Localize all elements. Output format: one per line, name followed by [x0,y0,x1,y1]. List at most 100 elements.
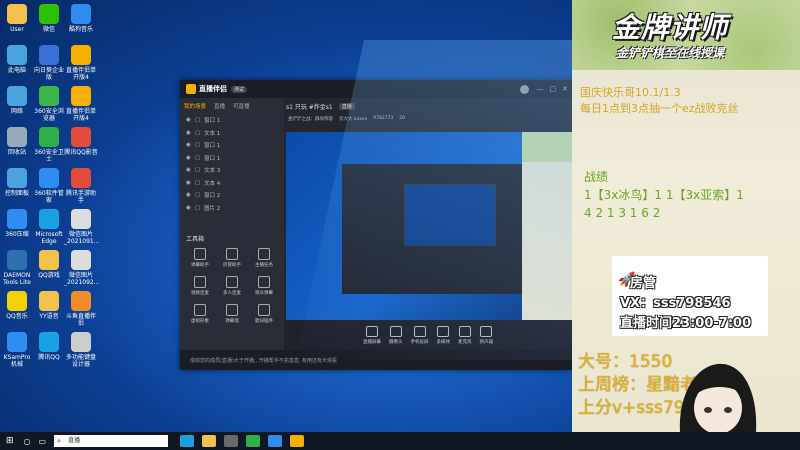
eye-icon[interactable]: ◉ [186,192,191,198]
control-button[interactable]: 麦克风 [458,325,472,345]
desktop-icon[interactable]: 回收站 [0,127,34,156]
control-button[interactable]: 扬声器 [480,325,493,345]
eye-icon[interactable]: ◉ [186,155,191,161]
cortana-icon[interactable]: ○ [24,437,31,446]
store-icon[interactable] [224,435,239,447]
app-icon [71,45,91,65]
eye-icon[interactable]: ◉ [186,167,191,173]
eye-icon[interactable]: ◉ [186,205,191,211]
layer-item[interactable]: ◉ ▢ 文本 4 [180,177,284,190]
desktop-icon[interactable]: 斗鱼直播伴侣 [64,291,98,327]
desktop-icon[interactable]: 腾讯手游助手 [64,168,98,204]
tool-button[interactable]: 弹幕助手 [184,248,216,268]
maximize-icon[interactable]: □ [550,85,557,93]
live-studio-taskbar-icon[interactable] [290,435,305,447]
desktop-icon[interactable]: QQ游戏 [32,250,66,279]
tab-my-scenes[interactable]: 我的场景 [184,102,206,110]
lock-icon[interactable]: ▢ [195,142,200,148]
tool-button[interactable]: 虚拟形象 [184,304,216,324]
eye-icon[interactable]: ◉ [186,142,191,148]
desktop-icon[interactable]: 此电脑 [0,45,34,74]
status-chip: 20 [399,116,406,121]
card-line-2: VX：sss798546 [620,296,731,311]
start-button[interactable]: ⊞ [6,436,14,446]
layer-item[interactable]: ◉ ▢ 窗口 1 [180,152,284,165]
desktop-icon[interactable]: KSamPro 机械 [0,332,34,368]
lock-icon[interactable]: ▢ [195,130,200,136]
card-line-3: 直播时间23:00-7:00 [620,316,752,331]
lock-icon[interactable]: ▢ [195,192,200,198]
lock-icon[interactable]: ▢ [195,167,200,173]
task-view-icon[interactable]: ▭ [39,437,47,446]
control-button[interactable]: 手机投屏 [411,325,429,345]
browser-icon[interactable] [246,435,261,447]
desktop-icon[interactable]: 微信图片_2021092... [64,250,99,286]
tab-live[interactable]: 直播 [214,102,225,110]
desktop-icon[interactable]: 微信 [32,4,66,33]
eye-icon[interactable]: ◉ [186,180,191,186]
desktop-icon[interactable]: 360压缩 [0,209,34,238]
taskbar-search-input[interactable]: ⌕ 直播 [54,435,169,447]
lock-icon[interactable]: ▢ [195,117,200,123]
desktop-icon[interactable]: QQ音乐 [0,291,34,320]
lock-icon[interactable]: ▢ [195,180,200,186]
tool-button[interactable]: 视频连麦 [184,276,216,296]
control-label: 麦克风 [458,339,472,345]
app-logo-icon [186,84,196,94]
eye-icon[interactable]: ◉ [186,130,191,136]
tool-button[interactable]: 房管助手 [216,248,248,268]
layer-item[interactable]: ◉ ▢ 窗口 1 [180,114,284,127]
control-icon [458,325,471,337]
eye-icon[interactable]: ◉ [186,117,191,123]
scene-badge[interactable]: 直播 [338,103,355,110]
layer-label: 文本 1 [204,130,221,137]
stream-preview[interactable] [286,132,572,320]
desktop-icon[interactable]: 控制面板 [0,168,34,197]
tool-button[interactable]: 弹幕墙 [216,304,248,324]
scene-panel: 我的场景 直播 可直播 ◉ ▢ 窗口 1 ◉ ▢ 文本 1 ◉ ▢ 窗口 1 ◉ ▢ 窗口 1 ◉ ▢ 文本… [180,98,284,350]
anime-avatar-illustration [679,363,757,432]
desktop-icon[interactable]: 直播伴侣单开版4 [64,86,98,122]
desktop-icon[interactable]: 酷狗音乐 [64,4,98,33]
tool-icon [194,276,206,288]
preview-overlay-banner [522,132,572,162]
layer-item[interactable]: ◉ ▢ 窗口 1 [180,139,284,152]
desktop-icon[interactable]: 腾讯QQ影音 [64,127,98,156]
version-badge[interactable]: 测试 [231,85,248,93]
layer-item[interactable]: ◉ ▢ 文本 3 [180,164,284,177]
desktop-icon[interactable]: User [0,4,34,33]
desktop-icon[interactable]: 多功能键盘设计器 [64,332,98,368]
tool-button[interactable]: 观众弹幕 [248,276,280,296]
desktop-icon[interactable]: 360软件管家 [32,168,66,204]
bottom-line-1: 大号：1550 [578,352,673,372]
layer-item[interactable]: ◉ ▢ 文本 1 [180,127,284,140]
desktop-icon[interactable]: Microsoft Edge [32,209,66,245]
desktop-icon[interactable]: 微信图片_2021091... [64,209,99,245]
desktop-icon[interactable]: YY语音 [32,291,66,320]
lock-icon[interactable]: ▢ [195,155,200,161]
tab-available[interactable]: 可直播 [233,102,250,110]
avatar[interactable] [519,84,529,94]
layer-item[interactable]: ◉ ▢ 图片 2 [180,202,284,215]
desktop-icon[interactable]: DAEMON Tools Lite [0,250,34,286]
file-explorer-icon[interactable] [202,435,217,447]
desktop-icon[interactable]: 直播伴侣单开版4 [64,45,98,81]
close-icon[interactable]: ✕ [562,85,568,93]
control-button[interactable]: 直播屏幕 [363,325,381,345]
layer-item[interactable]: ◉ ▢ 窗口 2 [180,189,284,202]
tool-button[interactable]: 歌词插件 [248,304,280,324]
desktop-icon[interactable]: 网络 [0,86,34,115]
control-button[interactable]: 多媒体 [437,325,450,345]
status-chip: 金铲铲之战：群攻阵容 [288,117,333,122]
minimize-icon[interactable]: — [537,85,544,93]
lock-icon[interactable]: ▢ [195,205,200,211]
tool-button[interactable]: 主播任务 [248,248,280,268]
desktop-icon[interactable]: 360安全浏览器 [32,86,66,122]
tool-button[interactable]: 多人连麦 [216,276,248,296]
app-icon[interactable] [268,435,283,447]
desktop-icon[interactable]: 腾讯QQ [32,332,66,361]
control-button[interactable]: 摄像头 [389,325,403,345]
desktop-icon[interactable]: 向日葵企业版 [32,45,66,81]
desktop-icon[interactable]: 360安全卫士 [32,127,66,163]
edge-icon[interactable] [180,435,195,447]
